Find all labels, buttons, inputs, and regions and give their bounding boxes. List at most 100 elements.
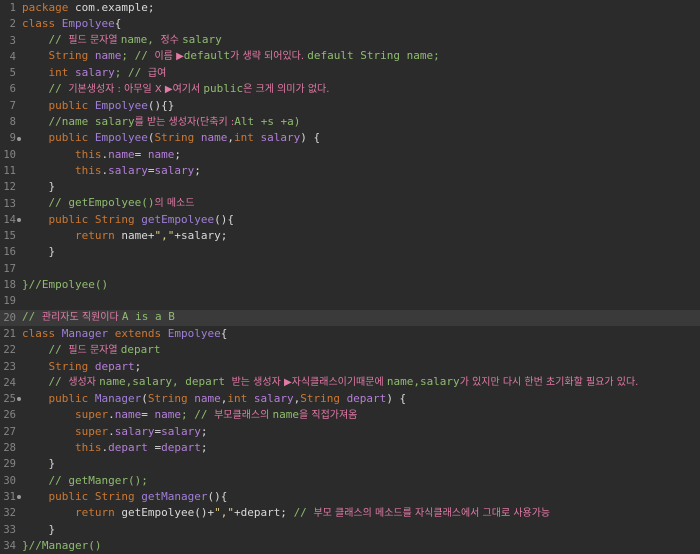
code-token: int [233,131,261,145]
code-token: } [22,457,56,471]
code-token: name [194,392,221,406]
code-token: (){} [147,98,175,112]
code-line[interactable]: 7 public Empolyee(){} [0,98,700,114]
code-line[interactable]: 15 return name+","+salary; [0,228,700,244]
code-line[interactable]: 6 // 기본생성자 : 아무일 X ▶여기서 public은 크게 의미가 없… [0,81,700,97]
code-line[interactable]: 32 return getEmpolyee()+","+depart; // 부… [0,505,700,521]
code-token: // [22,342,69,356]
line-number: 34 [3,539,16,552]
code-token: 필드 문자열 [68,35,121,47]
code-token: 가 생략 되어있다. [230,51,308,63]
code-token: String [147,392,195,406]
code-token: ; [200,441,208,455]
code-line[interactable]: 16 } [0,244,700,260]
code-line[interactable]: 17 [0,261,700,277]
code-token: } [22,245,56,259]
code-line[interactable]: 30 // getManger(); [0,473,700,489]
code-text: // 기본생성자 : 아무일 X ▶여기서 public은 크게 의미가 없다. [22,81,329,98]
code-line[interactable]: 5 int salary; // 급여 [0,65,700,81]
code-line[interactable]: 2 class Empolyee{ [0,16,700,32]
code-token: 를 받는 생성자(단축키 : [134,116,235,128]
code-line[interactable]: 25 public Manager(String name,int salary… [0,391,700,407]
code-token: 이름 ▶ [154,51,184,63]
line-number: 12 [3,181,16,194]
code-line[interactable]: 10 this.name= name; [0,147,700,163]
code-token: int [48,65,75,79]
code-token: public [48,212,95,226]
code-token: } [22,180,56,194]
code-text: public String getManager(){ [22,489,228,505]
code-line[interactable]: 28 this.depart =depart; [0,440,700,456]
code-text: }//Manager() [22,538,101,554]
code-token: 의 메소드 [154,198,195,210]
code-line[interactable]: 26 super.name= name; // 부모클래스의 name을 직접가… [0,407,700,423]
code-line[interactable]: 29 } [0,456,700,472]
line-number: 9 [9,132,16,145]
line-number: 7 [9,99,16,112]
code-line[interactable]: 27 super.salary=salary; [0,424,700,440]
line-number: 10 [3,148,16,161]
code-token: super [74,407,109,421]
code-line[interactable]: 12 } [0,179,700,195]
line-number: 19 [3,295,16,308]
line-number: 1 [9,2,16,14]
code-line[interactable]: 24 // 생성자 name,salary, depart 받는 생성자 ▶자식… [0,375,700,391]
code-line[interactable]: 11 this.salary=salary; [0,163,700,179]
code-text: // getEmpolyee()의 메소드 [22,195,194,212]
code-line[interactable]: 22 // 필드 문자열 depart [0,342,700,358]
code-text: public Empolyee(String name,int salary) … [22,130,321,146]
code-line[interactable]: 23 String depart; [0,359,700,375]
code-token: salary [114,424,155,438]
code-line[interactable]: 34 }//Manager() [0,538,700,554]
code-line[interactable]: 9 public Empolyee(String name,int salary… [0,130,700,146]
code-token: ()+ [194,505,215,519]
code-token: 생성자 [68,377,100,389]
code-token: ) { [300,131,321,145]
code-token: depart [120,342,161,356]
code-token: A is a B [121,310,175,324]
line-number: 25 [3,393,16,406]
code-line[interactable]: 21 class Manager extends Empolyee{ [0,326,700,342]
code-token: 가 있지만 다시 한번 초기화할 필요가 있다. [459,377,639,389]
code-token: 관리자도 직원이다 [41,312,122,324]
code-line[interactable]: 19 [0,293,700,309]
code-text: String depart; [22,359,142,375]
code-line[interactable]: 4 String name; // 이름 ▶default가 생략 되어있다. … [0,49,700,65]
code-token: 받는 생성자 ▶자식클래스이기때문에 [231,377,387,389]
line-number: 21 [3,327,16,340]
code-line[interactable]: 8 //name salary를 받는 생성자(단축키 :Alt +s +a) [0,114,700,130]
code-token: (){ [207,489,228,503]
code-token: public [48,392,95,406]
code-line[interactable]: 33 } [0,522,700,538]
code-token: { [114,17,122,31]
code-line[interactable]: 18}//Empolyee() [0,277,700,293]
code-token: // getEmpolyee() [22,196,155,210]
code-line[interactable]: 31 public String getManager(){ [0,489,700,505]
code-editor[interactable]: 1 package com.example; 2 class Empolyee{3 /… [0,0,700,552]
code-token: ) { [386,392,407,406]
code-token: com.example; [74,1,155,14]
code-line[interactable]: 3 // 필드 문자열 name, 정수 salary [0,33,700,49]
code-token: ; [134,359,142,373]
code-token: name,salary [386,375,460,389]
code-token: "," [154,229,175,243]
line-number: 17 [3,262,16,275]
code-token: salary [260,131,301,145]
code-text: public Empolyee(){} [22,98,175,114]
code-token: //name salary [22,114,135,128]
code-token: = [141,407,155,421]
code-token: (){ [214,212,234,226]
code-line[interactable]: 1 package com.example; [0,0,700,16]
code-line[interactable]: 13 // getEmpolyee()의 메소드 [0,196,700,212]
code-token: name [114,407,142,421]
code-line[interactable]: 14 public String getEmpolyee(){ [0,212,700,228]
code-line[interactable]: 20 // 관리자도 직원이다 A is a B [0,309,700,326]
code-text: } [22,456,55,472]
